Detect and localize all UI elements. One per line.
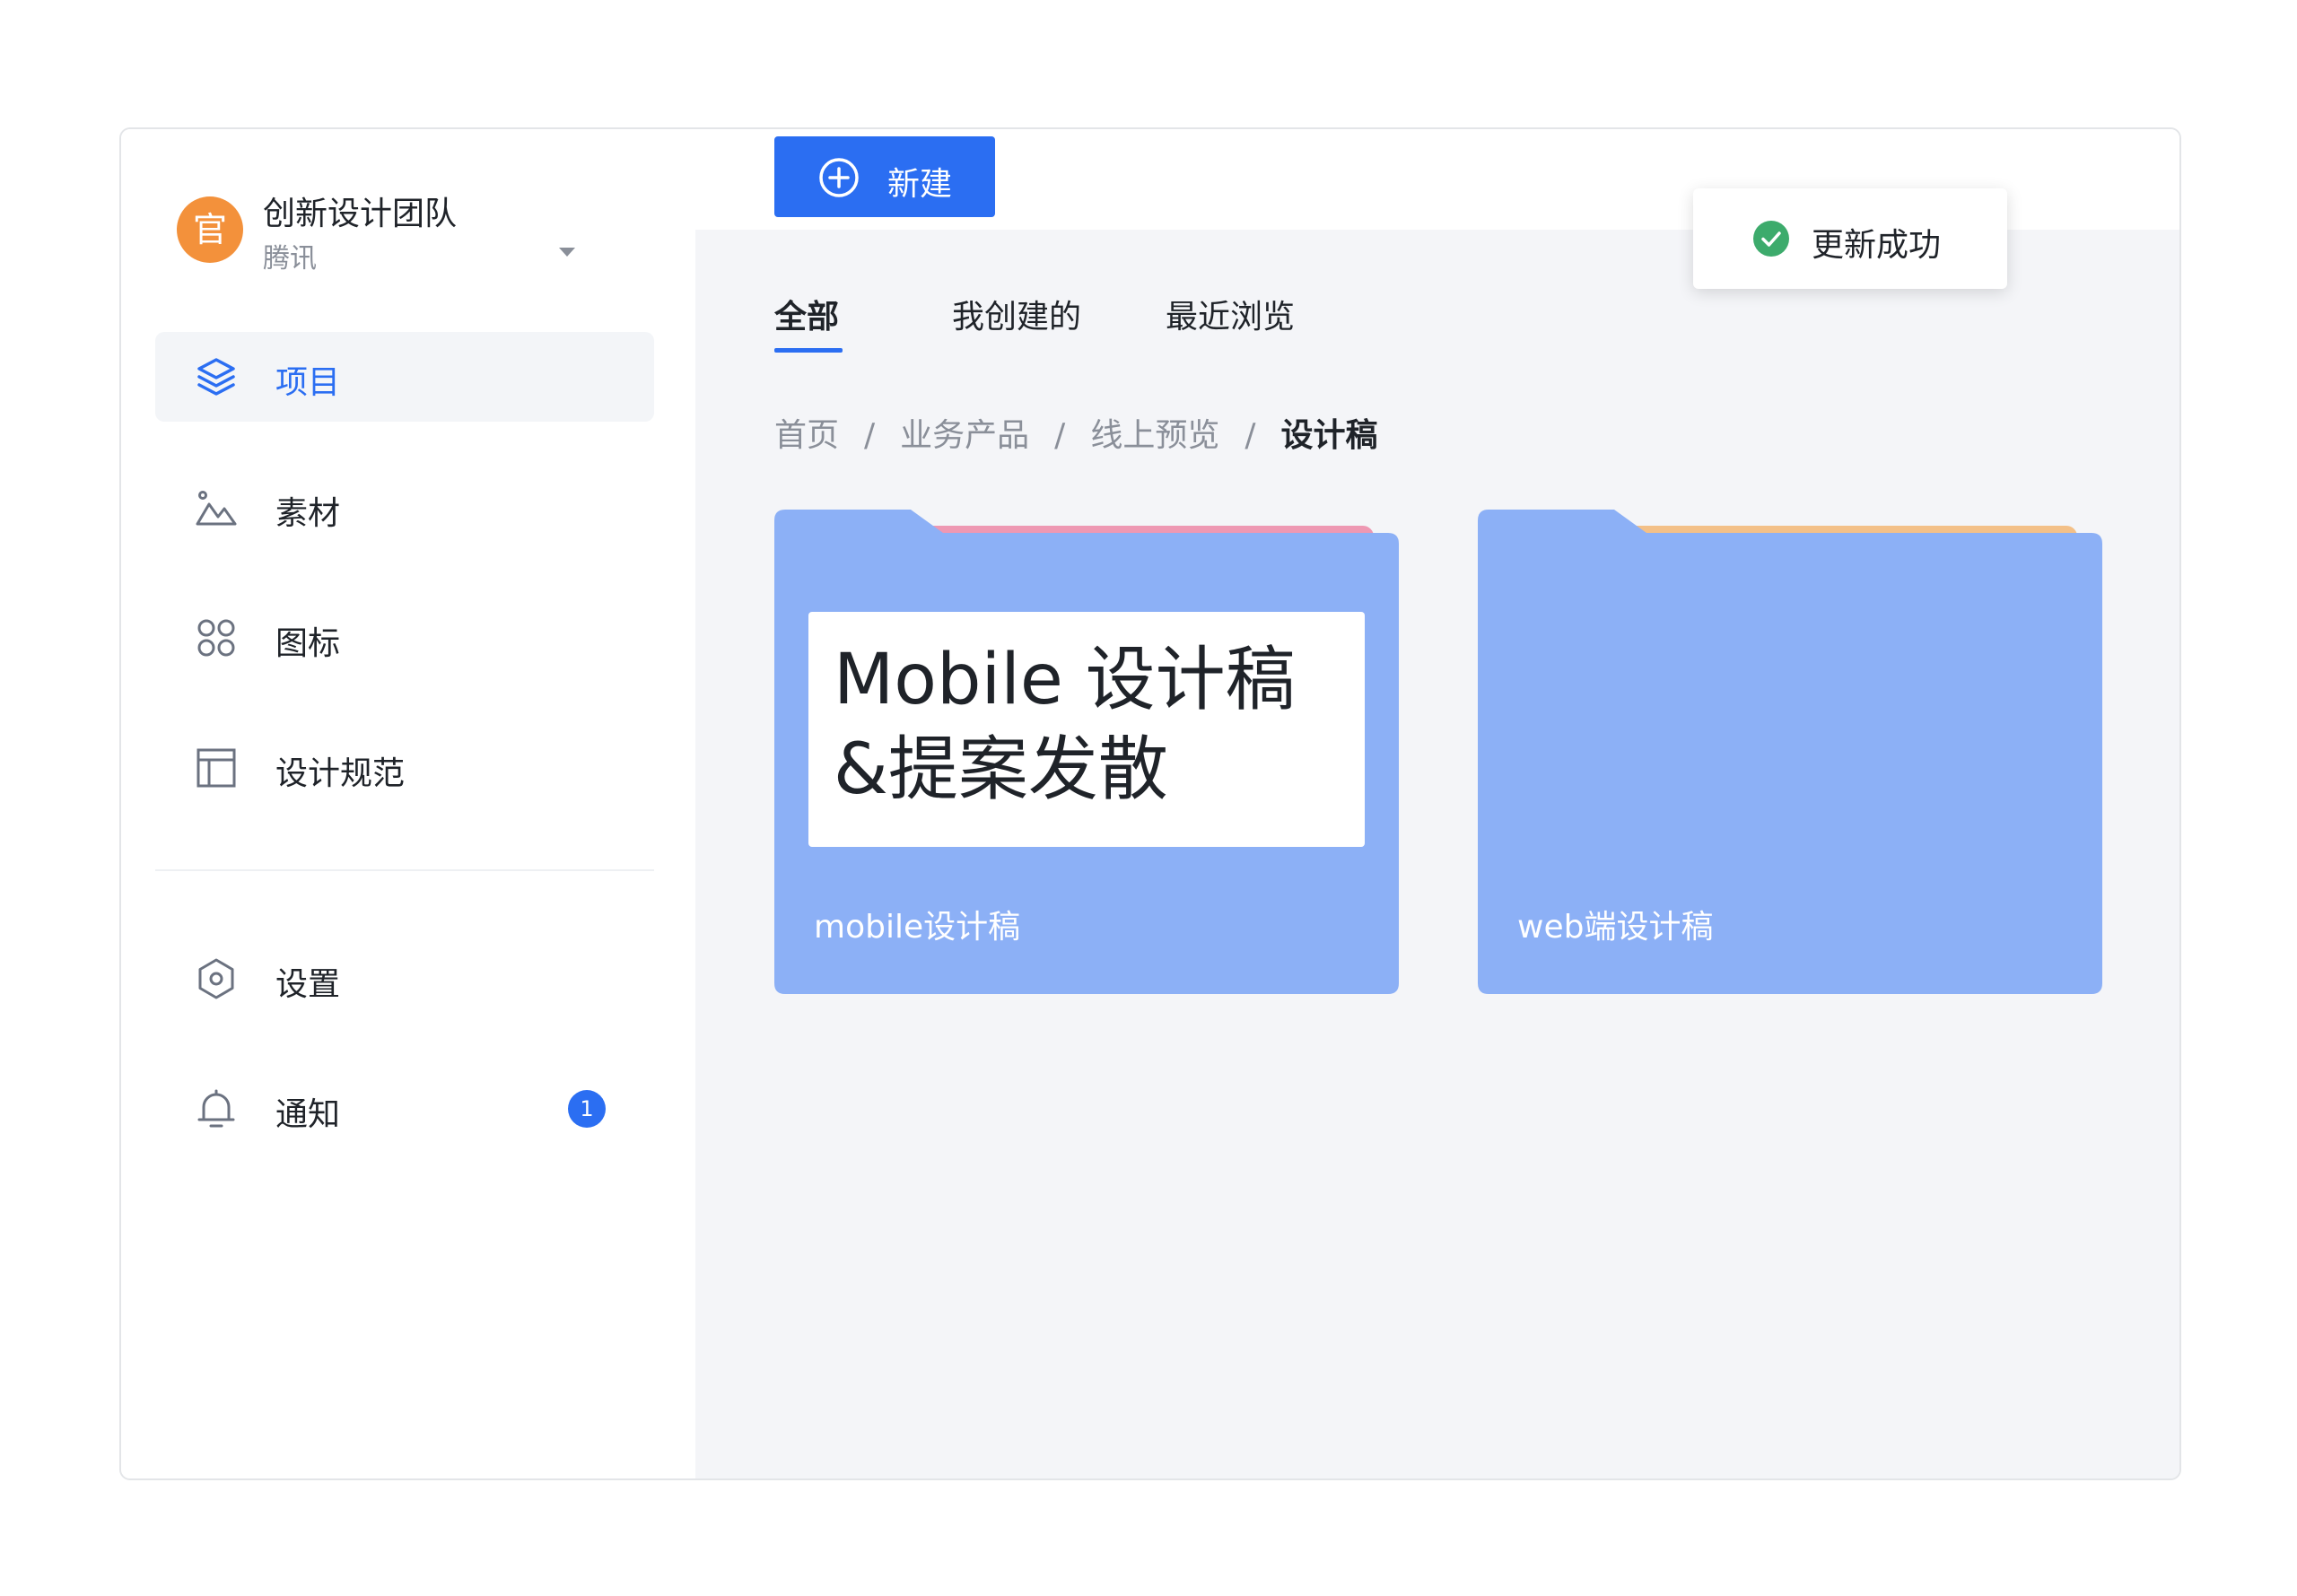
success-toast: 更新成功 [1693,188,2007,289]
sidebar-item-assets[interactable]: 素材 [155,463,654,553]
sidebar-divider [155,869,654,871]
chevron-down-icon[interactable] [559,248,575,257]
app-window: 官 创新设计团队 腾讯 项目 素材 图标 设计规范 设置 通知 1 新建 全部 … [119,127,2181,1480]
sidebar-item-label: 素材 [275,495,341,532]
breadcrumb-separator: / [1245,417,1256,454]
new-button-label: 新建 [887,166,953,203]
team-subtitle: 腾讯 [263,243,317,275]
tab-active-indicator [774,348,843,353]
breadcrumb-business-products[interactable]: 业务产品 [900,409,1029,456]
folder-card-mobile[interactable]: Mobile 设计稿 &提案发散 mobile设计稿 [774,510,1399,994]
sidebar-item-settings[interactable]: 设置 [155,934,654,1024]
sidebar-item-icons[interactable]: 图标 [155,593,654,683]
folder-name: web端设计稿 [1517,909,1714,946]
breadcrumb: 首页 / 业务产品 / 线上预览 / 设计稿 [774,409,1377,456]
folder-name: mobile设计稿 [814,909,1021,946]
layers-icon [197,358,235,396]
tab-recent[interactable]: 最近浏览 [1166,291,1295,337]
layout-icon [197,748,236,788]
breadcrumb-online-preview[interactable]: 线上预览 [1090,409,1219,456]
sidebar-item-label: 图标 [275,625,341,662]
sidebar-item-label: 设计规范 [275,755,406,792]
tab-created-by-me[interactable]: 我创建的 [952,291,1081,337]
sidebar-item-label: 通知 [275,1096,341,1133]
breadcrumb-separator: / [864,417,876,454]
sidebar-item-design-spec[interactable]: 设计规范 [155,723,654,813]
settings-icon [198,958,234,999]
new-button[interactable]: 新建 [774,136,995,217]
folder-cover-text: Mobile 设计稿 &提案发散 [834,640,1296,810]
sidebar-item-notifications[interactable]: 通知 1 [155,1064,654,1154]
sidebar-item-projects[interactable]: 项目 [155,332,654,422]
team-avatar: 官 [177,196,243,263]
breadcrumb-home[interactable]: 首页 [774,409,839,456]
sidebar: 官 创新设计团队 腾讯 项目 素材 图标 设计规范 设置 通知 1 [121,129,695,1478]
notification-badge: 1 [568,1090,606,1128]
tab-all[interactable]: 全部 [774,291,839,337]
check-circle-icon [1753,221,1789,257]
team-switcher[interactable]: 官 创新设计团队 腾讯 [177,179,643,277]
folder-cover: Mobile 设计稿 &提案发散 [808,612,1365,847]
breadcrumb-current: 设计稿 [1280,417,1378,454]
main-content: 新建 全部 我创建的 最近浏览 首页 / 业务产品 / 线上预览 / 设计稿 Mobile … [695,129,2179,1478]
breadcrumb-separator: / [1054,417,1066,454]
folder-card-web[interactable]: web端设计稿 [1478,510,2102,994]
bell-icon [197,1089,235,1128]
image-icon [196,491,237,526]
grid-icon [197,619,235,657]
toast-message: 更新成功 [1812,227,1942,264]
team-name: 创新设计团队 [263,196,458,232]
plus-circle-icon [819,158,859,197]
sidebar-item-label: 项目 [275,364,341,401]
sidebar-item-label: 设置 [275,966,341,1003]
